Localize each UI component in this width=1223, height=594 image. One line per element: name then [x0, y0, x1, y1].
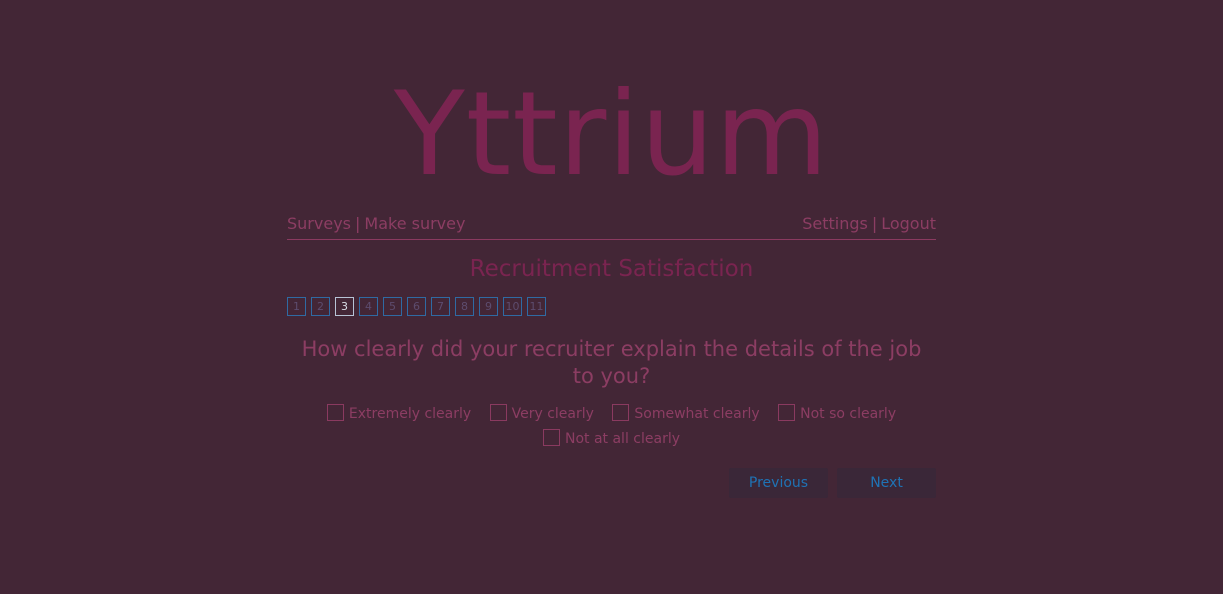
survey-page: Yttrium Surveys | Make survey Settings | Log…: [0, 0, 1223, 594]
nav-surveys-link[interactable]: Surveys: [287, 214, 351, 233]
previous-button[interactable]: Previous: [729, 468, 828, 498]
app-logo: Yttrium: [393, 67, 830, 202]
question-text: How clearly did your recruiter explain t…: [301, 337, 922, 388]
option-label: Not at all clearly: [564, 431, 680, 447]
option-label: Extremely clearly: [348, 406, 472, 422]
nav-make-survey-link[interactable]: Make survey: [364, 214, 465, 233]
option-label: Somewhat clearly: [634, 406, 760, 422]
page-button-11[interactable]: 11: [527, 297, 546, 316]
page-button-3-current[interactable]: 3: [335, 297, 354, 316]
nav-separator: |: [355, 214, 361, 233]
nav-left: Surveys | Make survey: [287, 214, 465, 233]
checkbox[interactable]: [326, 404, 344, 421]
page-button-2[interactable]: 2: [311, 297, 330, 316]
checkbox[interactable]: [612, 404, 630, 421]
page-button-6[interactable]: 6: [407, 297, 426, 316]
option-not-at-all-clearly[interactable]: Not at all clearly: [542, 427, 680, 452]
page-button-5[interactable]: 5: [383, 297, 402, 316]
option-very-clearly[interactable]: Very clearly: [489, 402, 594, 427]
option-not-so-clearly[interactable]: Not so clearly: [778, 402, 896, 427]
survey-title: Recruitment Satisfaction: [469, 256, 754, 282]
answer-options: Extremely clearly Very clearly Somewhat …: [300, 402, 923, 452]
page-selector: 1 2 3 4 5 6 7 8 9 10 11: [287, 297, 546, 316]
page-button-1[interactable]: 1: [287, 297, 306, 316]
nav-separator: |: [871, 214, 878, 233]
option-extremely-clearly[interactable]: Extremely clearly: [326, 402, 472, 427]
nav-right: Settings | Logout: [802, 214, 936, 233]
nav-logout-link[interactable]: Logout: [881, 214, 936, 233]
page-button-10[interactable]: 10: [503, 297, 522, 316]
next-button[interactable]: Next: [837, 468, 936, 498]
page-button-9[interactable]: 9: [479, 297, 498, 316]
option-label: Not so clearly: [800, 406, 897, 422]
checkbox[interactable]: [489, 404, 507, 421]
option-somewhat-clearly[interactable]: Somewhat clearly: [612, 402, 760, 427]
option-label: Very clearly: [511, 406, 594, 422]
page-button-7[interactable]: 7: [431, 297, 450, 316]
nav-settings-link[interactable]: Settings: [802, 214, 868, 233]
checkbox[interactable]: [778, 404, 796, 421]
page-button-8[interactable]: 8: [455, 297, 474, 316]
page-button-4[interactable]: 4: [359, 297, 378, 316]
checkbox[interactable]: [542, 429, 560, 446]
top-nav: Surveys | Make survey Settings | Logout: [287, 214, 936, 240]
